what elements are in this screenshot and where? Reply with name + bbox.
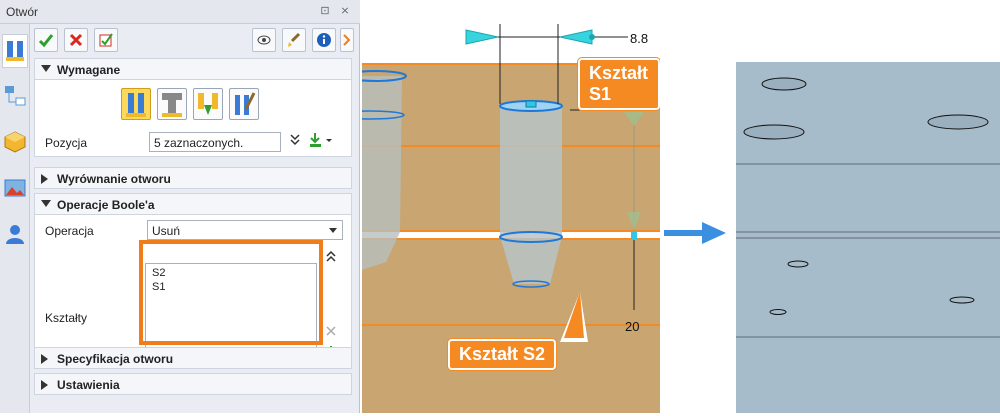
expand-icon xyxy=(343,34,351,46)
checkmark-icon xyxy=(38,34,54,48)
section-required-label: Wymagane xyxy=(57,63,121,77)
list-item[interactable]: S2 xyxy=(146,266,316,280)
pick-point-icon[interactable] xyxy=(309,132,335,151)
section-boolean-header[interactable]: Operacje Boole'a xyxy=(34,193,352,215)
side-tabs xyxy=(0,24,30,413)
info-icon xyxy=(317,33,331,47)
collapse-icon xyxy=(41,65,51,72)
hole-dialog-panel: Otwór ⊡ ⨯ Wymagane Pozycja 5 zaznaczonyc… xyxy=(0,0,360,413)
tapered-hole-button[interactable] xyxy=(193,88,223,120)
section-boolean-body: Operacja Usuń Kształty S2 S1 xyxy=(34,215,352,367)
section-boolean-label: Operacje Boole'a xyxy=(57,198,155,212)
tree-icon xyxy=(5,86,26,106)
section-required-header[interactable]: Wymagane xyxy=(34,58,352,80)
hole-type-selector xyxy=(121,88,261,122)
result-model-view xyxy=(736,62,1000,413)
action-bar xyxy=(34,28,356,54)
section-spec-header[interactable]: Specyfikacja otworu xyxy=(34,347,352,369)
shapes-label: Kształty xyxy=(45,311,88,325)
section-settings-header[interactable]: Ustawienia xyxy=(34,373,352,395)
cross-icon xyxy=(69,33,83,47)
counterbore-hole-button[interactable] xyxy=(157,88,187,120)
info-button[interactable] xyxy=(312,28,336,52)
operation-select-value: Usuń xyxy=(152,224,181,238)
section-alignment-label: Wyrównanie otworu xyxy=(57,172,171,186)
expand-button[interactable] xyxy=(340,28,354,52)
expand-arrow-icon xyxy=(41,354,48,364)
hole-cylinder xyxy=(500,106,562,284)
operation-select[interactable]: Usuń xyxy=(147,220,343,240)
side-tab-hole[interactable] xyxy=(2,34,28,68)
result-arrow-icon xyxy=(664,222,726,244)
cancel-button[interactable] xyxy=(64,28,88,52)
side-tab-view[interactable] xyxy=(3,176,27,200)
section-alignment-header[interactable]: Wyrównanie otworu xyxy=(34,167,352,189)
image-icon xyxy=(4,179,26,197)
list-item[interactable]: S1 xyxy=(146,280,316,294)
side-tab-history[interactable] xyxy=(3,84,27,108)
dropdown-arrow-icon xyxy=(329,228,337,233)
brush-icon xyxy=(288,32,301,47)
collapse-icon xyxy=(41,200,51,207)
hole-feature-icon xyxy=(6,41,24,61)
ok-button[interactable] xyxy=(34,28,58,52)
operation-label: Operacja xyxy=(45,224,94,238)
remove-icon[interactable] xyxy=(325,325,337,340)
custom-hole-icon xyxy=(235,92,256,115)
simple-hole-button[interactable] xyxy=(121,88,151,120)
section-spec-label: Specyfikacja otworu xyxy=(57,352,174,366)
preview-button[interactable] xyxy=(252,28,276,52)
callout-shape-s1: Kształt S1 xyxy=(578,58,660,110)
dialog-content: Wymagane Pozycja 5 zaznaczonych. Wyrówna… xyxy=(34,26,356,413)
apply-button[interactable] xyxy=(94,28,118,52)
custom-hole-button[interactable] xyxy=(229,88,259,120)
apply-check-icon xyxy=(99,33,113,47)
model-viewport[interactable]: Kształt S1 Kształt S2 8.8 20 xyxy=(362,0,660,413)
expand-arrow-icon xyxy=(41,380,48,390)
dimension-diameter-label[interactable]: 8.8 xyxy=(630,31,648,46)
counterbore-icon xyxy=(162,93,182,117)
simple-hole-icon xyxy=(126,93,146,117)
section-required-body: Pozycja 5 zaznaczonych. xyxy=(34,80,352,157)
dimension-depth-label[interactable]: 20 xyxy=(625,319,639,334)
dialog-title: Otwór xyxy=(6,5,39,19)
user-icon xyxy=(6,225,24,244)
close-icon[interactable]: ⨯ xyxy=(338,4,352,18)
pin-icon[interactable]: ⊡ xyxy=(318,4,332,18)
callout-shape-s2: Kształt S2 xyxy=(448,339,557,370)
double-chevron-up-icon[interactable] xyxy=(325,249,337,266)
dialog-titlebar: Otwór ⊡ ⨯ xyxy=(0,0,360,24)
result-drawing xyxy=(736,62,1000,413)
section-settings-label: Ustawienia xyxy=(57,378,120,392)
side-tab-users[interactable] xyxy=(3,222,27,246)
position-label: Pozycja xyxy=(45,136,88,150)
side-tab-parts[interactable] xyxy=(3,130,27,154)
tapered-hole-icon xyxy=(198,93,218,115)
eye-icon xyxy=(257,35,271,45)
expand-arrow-icon xyxy=(41,174,48,184)
box-icon xyxy=(4,131,26,153)
brush-button[interactable] xyxy=(282,28,306,52)
double-chevron-down-icon[interactable] xyxy=(289,133,301,150)
position-field[interactable]: 5 zaznaczonych. xyxy=(149,132,281,152)
